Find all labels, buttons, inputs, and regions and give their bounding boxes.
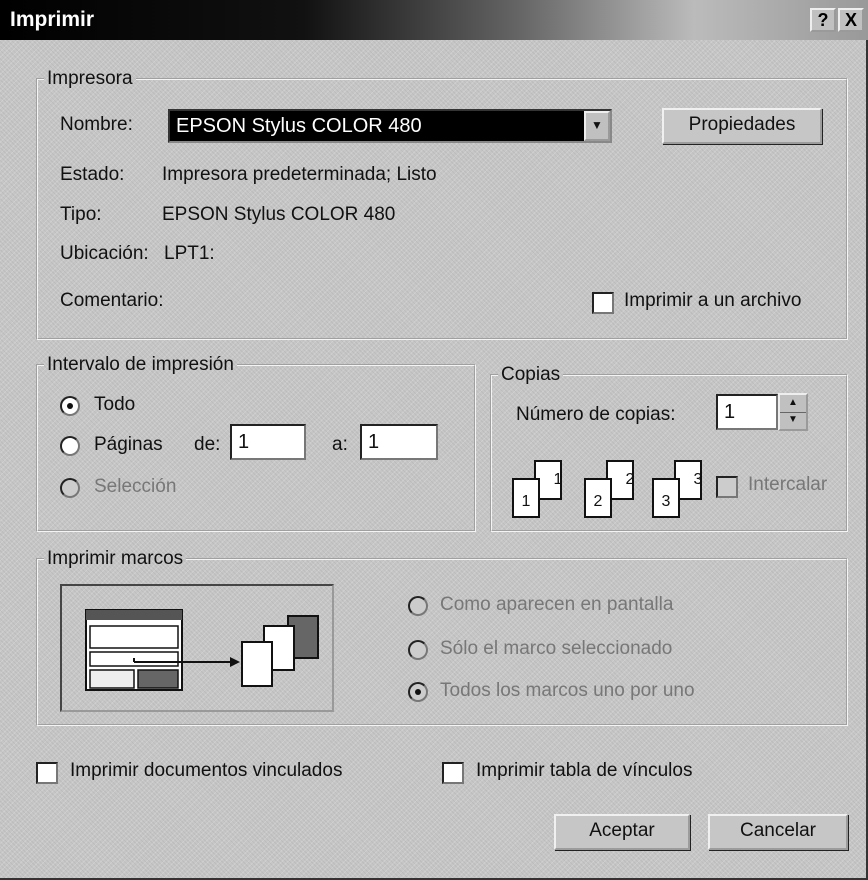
frames-option-label[interactable]: Como aparecen en pantalla (440, 594, 673, 616)
window-title: Imprimir (10, 8, 95, 31)
range-from-input[interactable]: 1 (230, 424, 306, 460)
title-bar[interactable]: Imprimir ? X (0, 0, 868, 40)
copies-spinner[interactable]: ▲ ▼ (778, 393, 808, 431)
frames-option-radio[interactable] (408, 640, 428, 660)
page-icon: 1 (553, 471, 563, 488)
range-to-label: a: (332, 434, 348, 455)
print-dialog: Imprimir ? X Impresora Nombre: EPSON Sty… (0, 0, 868, 880)
range-pages-radio[interactable] (60, 436, 80, 456)
range-selection-radio[interactable] (60, 478, 80, 498)
type-label: Tipo: (60, 204, 102, 225)
printer-legend: Impresora (47, 68, 133, 89)
type-value: EPSON Stylus COLOR 480 (162, 204, 396, 225)
page-icon: 1 (512, 478, 540, 518)
frames-option-radio[interactable] (408, 596, 428, 616)
page-icon: 3 (652, 478, 680, 518)
collate-checkbox[interactable] (716, 476, 738, 498)
links-table-label[interactable]: Imprimir tabla de vínculos (476, 760, 692, 782)
page-icon: 2 (625, 471, 635, 488)
printer-name-select[interactable]: EPSON Stylus COLOR 480 ▼ (168, 109, 612, 143)
cancel-button[interactable]: Cancelar (708, 814, 848, 850)
range-selection-label[interactable]: Selección (94, 476, 176, 498)
location-label: Ubicación: (60, 243, 149, 264)
ok-button[interactable]: Aceptar (554, 814, 690, 850)
close-button[interactable]: X (838, 8, 864, 32)
links-table-checkbox[interactable] (442, 762, 464, 784)
name-label: Nombre: (60, 114, 133, 135)
printer-name-value: EPSON Stylus COLOR 480 (176, 115, 422, 137)
status-value: Impresora predeterminada; Listo (162, 164, 437, 185)
print-range-legend: Intervalo de impresión (47, 354, 234, 375)
print-to-file-checkbox[interactable] (592, 292, 614, 314)
page-icon: 2 (584, 478, 612, 518)
location-value: LPT1: (164, 243, 215, 264)
properties-button[interactable]: Propiedades (662, 108, 822, 144)
linked-docs-label[interactable]: Imprimir documentos vinculados (70, 760, 342, 782)
frames-option-label[interactable]: Sólo el marco seleccionado (440, 638, 672, 660)
page-icon: 3 (693, 471, 703, 488)
range-pages-label[interactable]: Páginas (94, 434, 163, 456)
spin-down-icon[interactable]: ▼ (780, 412, 806, 429)
linked-docs-checkbox[interactable] (36, 762, 58, 784)
print-frames-legend: Imprimir marcos (47, 548, 184, 569)
copies-count-label: Número de copias: (516, 404, 676, 425)
print-to-file-label[interactable]: Imprimir a un archivo (624, 290, 801, 312)
frames-preview-icon (85, 609, 319, 691)
copies-count-input[interactable]: 1 (716, 394, 778, 430)
range-all-radio[interactable] (60, 396, 80, 416)
range-to-input[interactable]: 1 (360, 424, 438, 460)
status-label: Estado: (60, 164, 125, 185)
copies-legend: Copias (501, 364, 561, 385)
comment-label: Comentario: (60, 290, 164, 311)
range-all-label[interactable]: Todo (94, 394, 135, 416)
chevron-down-icon[interactable]: ▼ (584, 111, 610, 141)
spin-up-icon[interactable]: ▲ (780, 395, 806, 413)
help-button[interactable]: ? (810, 8, 836, 32)
frames-illustration (60, 584, 334, 712)
frames-option-radio[interactable] (408, 682, 428, 702)
range-from-label: de: (194, 434, 221, 455)
frames-option-label[interactable]: Todos los marcos uno por uno (440, 680, 695, 702)
collate-label[interactable]: Intercalar (748, 474, 827, 496)
